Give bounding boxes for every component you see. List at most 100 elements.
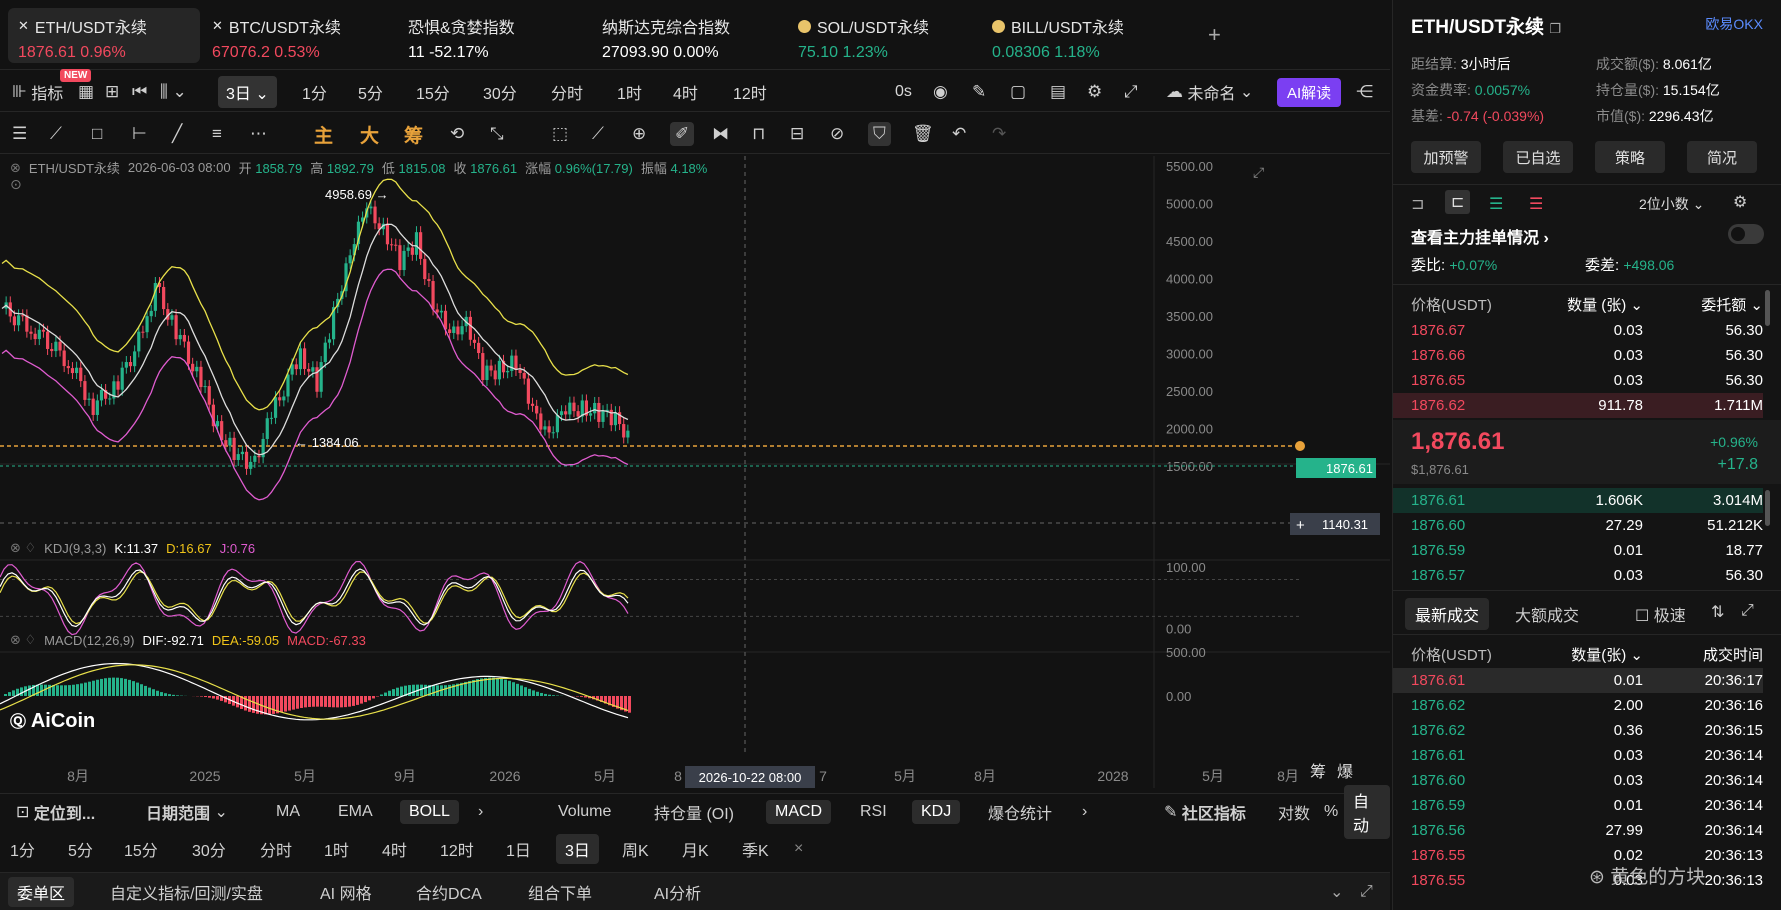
tab-large-trades[interactable]: 大额成交 <box>1515 602 1579 626</box>
chip-chou[interactable]: 筹 <box>404 114 423 154</box>
tf-30m[interactable]: 30分 <box>483 72 517 112</box>
tab-dca[interactable]: 合约DCA <box>416 874 482 910</box>
chart-area[interactable]: 5500.00 5000.00 4500.00 4000.00 3500.00 3000.… <box>0 156 1390 788</box>
bid-row[interactable]: 1876.60 27.29 51.212K <box>1393 513 1763 538</box>
overview-button[interactable]: 简况 <box>1687 141 1757 173</box>
tf-12h[interactable]: 12时 <box>733 72 767 112</box>
hline-icon[interactable]: ⊢ <box>132 114 147 154</box>
ob-mode-both-icon[interactable]: ⊐ <box>1411 194 1424 214</box>
ind-liquidation[interactable]: 爆仓统计 <box>988 794 1052 830</box>
collapse-icon[interactable]: ⊗ <box>10 160 21 176</box>
tf-1m[interactable]: 1分 <box>302 72 327 112</box>
tf-1h[interactable]: 1时 <box>617 72 642 112</box>
tab-custom-indicators[interactable]: 自定义指标/回测/实盘 <box>110 874 263 910</box>
expand-panel-icon[interactable]: ⤢ <box>1360 874 1373 910</box>
ind-oi[interactable]: 持仓量 (OI) <box>654 794 734 830</box>
template-icon[interactable]: ▤ <box>1050 72 1066 112</box>
bids-scrollbar[interactable] <box>1765 490 1770 526</box>
tfb-30m[interactable]: 30分 <box>192 831 226 867</box>
symbol-title[interactable]: ETH/USDT永续 ❐ <box>1411 12 1561 39</box>
bid-row[interactable]: 1876.59 0.01 18.77 <box>1393 538 1763 563</box>
tfb-week[interactable]: 周K <box>622 831 649 867</box>
fast-mode-checkbox[interactable]: ☐ 极速 <box>1635 602 1686 626</box>
tab-latest-trades[interactable]: 最新成交 <box>1405 598 1490 630</box>
tfb-1d[interactable]: 1日 <box>506 831 531 867</box>
rectangle-icon[interactable]: □ <box>92 114 102 154</box>
decimals-select[interactable]: 2位小数 ⌄ <box>1639 194 1704 214</box>
tfb-15m[interactable]: 15分 <box>124 831 158 867</box>
chart-fullscreen-icon[interactable]: ⤢ <box>1253 164 1264 181</box>
tfb-1h[interactable]: 1时 <box>324 831 349 867</box>
indicator-button[interactable]: ⊪ 指标 <box>12 72 63 112</box>
trade-row[interactable]: 1876.59 0.01 20:36:14 <box>1393 793 1763 818</box>
gear-icon[interactable]: ⚙ <box>1087 72 1102 112</box>
bell-icon[interactable]: ⊗ ♢ <box>10 540 36 556</box>
ob-mode-bids-icon[interactable]: ☰ <box>1489 194 1503 214</box>
bid-row[interactable]: 1876.61 1.606K 3.014M <box>1393 488 1763 513</box>
pencil-icon[interactable]: ✎ <box>972 72 986 112</box>
ind-ema[interactable]: EMA <box>338 794 373 830</box>
ind-macd[interactable]: MACD <box>766 794 832 830</box>
ticker-tab-eth[interactable]: ✕ ETH/USDT永续 1876.61 0.96% <box>8 8 200 63</box>
trash-icon[interactable]: 🗑 <box>912 114 934 154</box>
grid-layout-icon[interactable]: ⊞ <box>105 72 119 112</box>
tf-4h[interactable]: 4时 <box>673 72 698 112</box>
ticker-tab-sol[interactable]: SOL/USDT永续 75.10 1.23% <box>788 8 978 63</box>
watchlist-button[interactable]: 已自选 <box>1503 141 1573 173</box>
sync-icon[interactable]: ⟲ <box>450 114 464 154</box>
menu-icon[interactable]: ☰ <box>12 114 27 154</box>
ai-interpret-button[interactable]: AI解读 <box>1277 72 1342 112</box>
draw-mode-icon[interactable]: ✐ <box>670 114 695 154</box>
trade-row[interactable]: 1876.62 2.00 20:36:16 <box>1393 693 1763 718</box>
tab-orders[interactable]: 委单区 <box>8 874 75 910</box>
ind-ma[interactable]: MA <box>276 794 300 830</box>
tfb-3d[interactable]: 3日 <box>556 831 599 867</box>
comment-icon[interactable]: ▢ <box>1010 72 1026 112</box>
replay-icon[interactable]: ⏮ <box>132 72 147 112</box>
chevron-right-icon[interactable]: › <box>478 794 483 830</box>
ind-kdj[interactable]: KDJ <box>912 794 961 830</box>
fullscreen-icon[interactable]: ⤢ <box>1124 72 1138 112</box>
tf-15m[interactable]: 15分 <box>416 72 450 112</box>
trade-row[interactable]: 1876.61 0.03 20:36:14 <box>1393 743 1763 768</box>
tf-5m[interactable]: 5分 <box>358 72 383 112</box>
trade-row[interactable]: 1876.55 0.02 20:36:13 <box>1393 843 1763 868</box>
ob-mode-asks-icon[interactable]: ☰ <box>1529 194 1543 214</box>
sort-icon[interactable]: ⇅ <box>1711 602 1724 622</box>
fib-icon[interactable]: ≡ <box>212 114 222 154</box>
tab-ai-analysis[interactable]: AI分析 <box>654 874 701 910</box>
log-scale-toggle[interactable]: 对数 <box>1278 794 1310 830</box>
ob-header-qty[interactable]: 数量 (张) ⌄ <box>1533 294 1643 315</box>
percent-scale-toggle[interactable]: % <box>1324 794 1338 830</box>
strategy-button[interactable]: 策略 <box>1595 141 1665 173</box>
collapse-panel-icon[interactable]: ⌄ <box>1330 874 1343 910</box>
mainforce-link[interactable]: 查看主力挂单情况 › <box>1411 224 1549 248</box>
tfb-quarter[interactable]: 季K <box>742 831 769 867</box>
trades-header-qty[interactable]: 数量(张) ⌄ <box>1533 644 1643 665</box>
ob-mode-split-icon[interactable]: ⊏ <box>1445 190 1471 214</box>
ticker-tab-fear-greed[interactable]: 恐惧&贪婪指数 11 -52.17% <box>398 8 588 63</box>
camera-icon[interactable]: ◉ <box>933 72 948 112</box>
ticker-tab-nasdaq[interactable]: 纳斯达克综合指数 27093.90 0.00% <box>592 8 782 63</box>
ruler-icon[interactable]: ⟋ <box>592 114 604 154</box>
ob-settings-icon[interactable]: ⚙ <box>1733 192 1747 212</box>
chip-big[interactable]: 大 <box>360 114 379 154</box>
lock-icon[interactable]: ⊓ <box>752 114 765 154</box>
ind-rsi[interactable]: RSI <box>860 794 887 830</box>
tf-timeshare[interactable]: 分时 <box>551 72 583 112</box>
community-indicators[interactable]: ✎ 社区指标 <box>1164 794 1246 830</box>
exchange-link[interactable]: 欧易OKX <box>1705 14 1763 34</box>
bid-row[interactable]: 1876.57 0.03 56.30 <box>1393 563 1763 588</box>
tfb-1m[interactable]: 1分 <box>10 831 35 867</box>
auto-scale-toggle[interactable]: 自动 <box>1344 785 1390 839</box>
more-tools-icon[interactable]: ⋯ <box>250 114 267 154</box>
ob-scrollbar[interactable] <box>1765 290 1770 326</box>
chart-type-icon[interactable]: ⫼ ⌄ <box>160 72 187 112</box>
share-icon[interactable]: ⋲ <box>1356 72 1373 112</box>
cursor-icon[interactable]: ⬚ <box>552 114 568 154</box>
mainforce-toggle[interactable] <box>1728 224 1764 244</box>
filter-icon[interactable]: ⛉ <box>868 114 891 154</box>
magnet-icon[interactable]: ⧓ <box>712 114 729 154</box>
copy-icon[interactable]: ❐ <box>1549 21 1561 36</box>
corner-chou[interactable]: 筹 <box>1310 758 1326 782</box>
